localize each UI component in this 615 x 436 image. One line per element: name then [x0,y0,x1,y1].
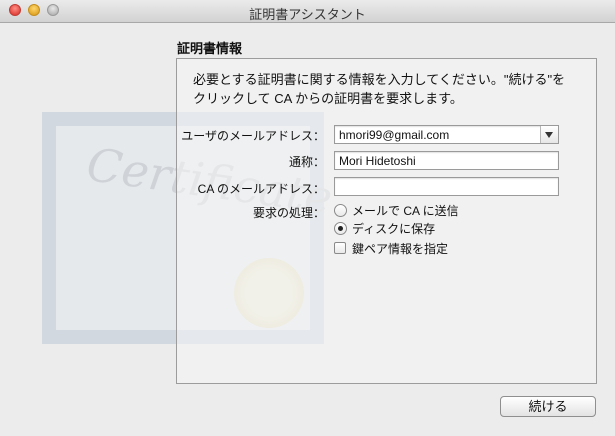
keypair-checkbox-row[interactable]: 鍵ペア情報を指定 [334,240,448,256]
continue-button[interactable]: 続ける [500,396,596,417]
intro-text: 必要とする証明書に関する情報を入力してください。"続ける"を クリックして CA… [193,70,583,108]
intro-line-2: クリックして CA からの証明書を要求します。 [193,91,463,106]
radio-button-selected-icon[interactable] [334,221,347,235]
request-label: 要求の処理： [252,206,325,220]
common-name-value: Mori Hidetoshi [339,154,416,168]
common-name-label: 通称： [288,155,325,169]
title-bar: 証明書アシスタント [0,0,615,23]
email-label: ユーザのメールアドレス： [181,129,325,143]
section-heading: 証明書情報 [177,41,243,56]
email-value: hmori99@gmail.com [339,128,450,142]
radio-save-to-disk[interactable]: ディスクに保存 [334,220,435,236]
common-name-field[interactable]: Mori Hidetoshi [334,151,559,170]
intro-line-1: 必要とする証明書に関する情報を入力してください。"続ける"を [193,72,566,87]
radio-button-icon[interactable] [334,203,347,217]
keypair-checkbox-label: 鍵ペア情報を指定 [352,241,449,256]
window-title: 証明書アシスタント [249,7,366,22]
radio-send-to-ca[interactable]: メールで CA に送信 [334,202,459,218]
radio-send-to-ca-label: メールで CA に送信 [352,203,459,218]
chevron-down-icon[interactable] [540,126,558,143]
ca-email-field[interactable] [334,177,559,196]
ca-email-label: CA のメールアドレス： [197,182,325,196]
email-combo-box[interactable]: hmori99@gmail.com [334,125,559,144]
checkbox-icon[interactable] [334,242,346,254]
certificate-assistant-window: 証明書アシスタント Certificate 証明書情報 必要とする証明書に関する… [0,0,615,436]
radio-save-to-disk-label: ディスクに保存 [352,221,436,236]
